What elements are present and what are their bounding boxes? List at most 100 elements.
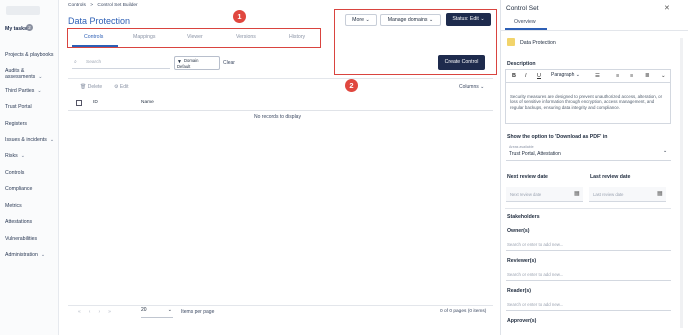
bold-button[interactable]: B	[512, 73, 516, 79]
select-caption: Areas available	[509, 145, 534, 149]
items-per-page-label: Items per page	[181, 309, 215, 315]
manage-domains-button[interactable]: Manage domains ⌄	[380, 14, 441, 26]
tasks-count-badge: 2	[26, 24, 33, 31]
sidebar-item-label: Administration	[5, 252, 38, 258]
domain-filter-chip[interactable]: ▼ Domain Default	[174, 56, 220, 70]
chevron-down-icon: ⌄	[575, 72, 580, 78]
reviewers-input[interactable]: Search or enter to add new...	[506, 270, 671, 281]
chevron-down-icon: ⌄	[37, 88, 42, 94]
sidebar-item-label: Metrics	[5, 203, 22, 209]
sidebar-item-label: Projects & playbooks	[5, 52, 54, 58]
items-per-page-select[interactable]: 20 ⌄	[141, 307, 173, 318]
sidebar-item-projects[interactable]: Projects & playbooks	[5, 52, 55, 58]
table-header	[68, 96, 493, 111]
edit-icon: ⚙	[114, 84, 119, 90]
tab-history[interactable]: History	[289, 34, 305, 40]
folder-icon	[507, 38, 515, 46]
bullet-list-icon[interactable]: ≡	[630, 73, 633, 79]
column-header-name[interactable]: Name	[141, 100, 154, 105]
sidebar-item-administration[interactable]: Administration ⌄	[5, 252, 45, 258]
underline-button[interactable]: U	[537, 73, 541, 79]
control-set-name: Data Protection	[520, 40, 556, 46]
chevron-down-icon: ⌄	[167, 307, 172, 313]
panel-scrollbar[interactable]	[680, 38, 683, 328]
sidebar-item-trust-portal[interactable]: Trust Portal	[5, 104, 32, 110]
download-areas-select[interactable]: Areas available Trust Portal, Attestatio…	[506, 143, 671, 161]
delete-button[interactable]: 🗑 Delete	[80, 84, 102, 90]
columns-button[interactable]: Columns ⌄	[459, 84, 484, 90]
pagination-status: 0 of 0 pages (0 items)	[440, 309, 487, 314]
breadcrumb-separator: >	[90, 3, 94, 8]
edit-button[interactable]: ⚙ Edit	[114, 84, 129, 90]
close-icon[interactable]: ✕	[664, 4, 670, 12]
ordered-list-icon[interactable]: ≡	[616, 73, 619, 79]
select-all-checkbox[interactable]	[76, 100, 82, 106]
sidebar-item-risks[interactable]: Risks ⌄	[5, 153, 25, 159]
tab-overview[interactable]: Overview	[514, 19, 536, 25]
sidebar-item-label: Trust Portal	[5, 104, 32, 110]
sidebar-item-label: My tasks	[5, 26, 27, 32]
tab-versions[interactable]: Versions	[236, 34, 256, 40]
filter-value: Default	[177, 64, 191, 69]
page-title: Data Protection	[68, 16, 131, 26]
calendar-icon[interactable]: ▦	[574, 190, 580, 197]
chevron-down-icon: ⌄	[480, 16, 485, 22]
sidebar-item-metrics[interactable]: Metrics	[5, 203, 22, 209]
sidebar-item-label: Registers	[5, 121, 27, 127]
sidebar-item-vulnerabilities[interactable]: Vulnerabilities	[5, 236, 37, 242]
sidebar	[0, 0, 59, 335]
sidebar-item-label: Audits & assessments	[5, 68, 36, 80]
column-header-id[interactable]: ID	[93, 100, 98, 105]
calendar-icon[interactable]: ▦	[657, 190, 663, 197]
logo	[6, 6, 40, 15]
chevron-down-icon: ⌄	[365, 17, 370, 23]
divider	[505, 208, 671, 209]
more-tools-icon[interactable]: ⌄	[661, 73, 666, 79]
italic-button[interactable]: I	[525, 73, 527, 79]
tab-viewer[interactable]: Viewer	[187, 34, 203, 40]
search-placeholder: Search	[86, 60, 102, 65]
sidebar-item-attestations[interactable]: Attestations	[5, 219, 32, 225]
readers-placeholder: Search or enter to add new...	[507, 302, 564, 307]
sidebar-item-registers[interactable]: Registers	[5, 121, 27, 127]
chevron-down-icon: ⌄	[480, 84, 485, 90]
status-button[interactable]: Status: Edit ⌄	[446, 13, 491, 26]
sidebar-item-audits[interactable]: Audits & assessments ⌄	[5, 68, 57, 80]
breadcrumb-controls[interactable]: Controls	[68, 3, 86, 8]
sidebar-item-controls[interactable]: Controls	[5, 170, 24, 176]
tab-mappings[interactable]: Mappings	[133, 34, 156, 40]
paragraph-style-select[interactable]: Paragraph ⌄	[551, 72, 585, 81]
clear-filter-link[interactable]: Clear	[223, 60, 235, 66]
sidebar-item-issues[interactable]: Issues & incidents ⌄	[5, 137, 54, 143]
tab-controls[interactable]: Controls	[84, 34, 103, 40]
next-review-date-input[interactable]: Next review date ▦	[506, 187, 583, 202]
chevron-down-icon: ⌄	[428, 17, 434, 23]
last-review-date-input[interactable]: Last review date ▦	[589, 187, 666, 202]
create-control-button[interactable]: Create Control	[438, 55, 485, 70]
trash-icon: 🗑	[80, 84, 87, 90]
next-review-placeholder: Next review date	[510, 192, 542, 197]
sidebar-item-label: Attestations	[5, 219, 33, 225]
sidebar-item-label: Issues & incidents	[5, 137, 47, 143]
readers-input[interactable]: Search or enter to add new...	[506, 300, 671, 311]
panel-title: Control Set	[506, 5, 539, 12]
owners-input[interactable]: Search or enter to add new...	[506, 240, 671, 251]
indent-icon[interactable]: ≣	[645, 73, 650, 79]
callout-badge-1: 1	[233, 10, 246, 23]
chevron-down-icon: ⌄	[40, 252, 46, 258]
reviewers-placeholder: Search or enter to add new...	[507, 272, 564, 277]
chevron-down-icon: ⌄	[49, 137, 55, 143]
sidebar-item-compliance[interactable]: Compliance	[5, 186, 32, 192]
pagination-arrows[interactable]: «‹›»	[78, 309, 119, 315]
align-icon[interactable]: ☰	[595, 73, 600, 79]
chevron-down-icon: ⌄	[38, 74, 43, 80]
more-button[interactable]: More ⌄	[345, 14, 377, 26]
delete-label: Delete	[87, 84, 103, 90]
empty-table-message: No records to display	[254, 114, 301, 120]
search-input[interactable]: ⌕ Search	[72, 58, 170, 69]
description-text: Security measures are designed to preven…	[510, 94, 663, 110]
control-set-panel	[500, 0, 688, 335]
sidebar-item-third-parties[interactable]: Third Parties ⌄	[5, 88, 42, 94]
filter-label: Domain	[184, 58, 199, 63]
sidebar-item-my-tasks[interactable]: My tasks	[5, 26, 27, 32]
